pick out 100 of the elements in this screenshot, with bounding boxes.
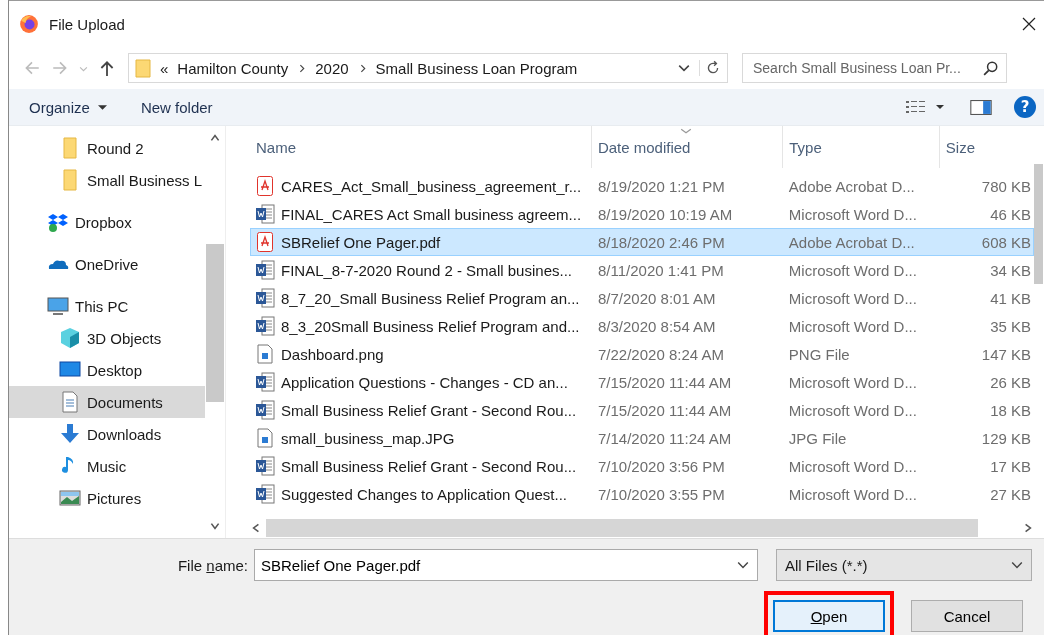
date-cell-text: 8/11/2020 1:41 PM: [597, 261, 725, 279]
file-row[interactable]: Dashboard.png 7/22/2020 8:24 AM PNG File 147 KB: [250, 340, 1034, 368]
file-name: CARES_Act_Small_business_agreement_r...: [281, 177, 582, 195]
sidebar-item[interactable]: 3D Objects: [9, 322, 205, 354]
sidebar-item[interactable]: Small Business L: [9, 164, 205, 196]
breadcrumb[interactable]: 2020: [315, 59, 349, 77]
down-arrow-icon: [59, 423, 81, 445]
close-icon[interactable]: [1022, 17, 1036, 31]
column-header[interactable]: Size: [939, 126, 1034, 168]
file-name: small_business_map.JPG: [281, 429, 455, 447]
file-row[interactable]: SBRelief One Pager.pdf 8/18/2020 2:46 PM Adobe Acrobat D... 608 KB: [250, 228, 1034, 256]
date-cell-text: 7/10/2020 3:56 PM: [597, 457, 726, 475]
type-cell-text: Microsoft Word D...: [787, 261, 918, 279]
refresh-icon[interactable]: [699, 60, 721, 76]
scrollbar-thumb[interactable]: [206, 244, 224, 402]
sidebar-item[interactable]: Desktop: [9, 354, 205, 386]
size-cell-text: 34 KB: [989, 261, 1032, 279]
sidebar-item[interactable]: Documents: [9, 386, 205, 418]
file-name: FINAL_CARES Act Small business agreem...: [281, 205, 582, 223]
window-title: File Upload: [49, 15, 126, 33]
image-file-icon: [255, 428, 275, 448]
file-type-dropdown[interactable]: All Files (*.*): [776, 549, 1032, 581]
word-file-icon: [255, 484, 275, 504]
document-icon: [59, 391, 81, 413]
word-file-icon: [255, 204, 275, 224]
chevron-right-icon[interactable]: [297, 63, 307, 73]
caret-icon: [97, 102, 107, 112]
file-name: Small Business Relief Grant - Second Rou...: [281, 401, 577, 419]
browser-logo-icon: [19, 14, 39, 34]
size-cell-text: 17 KB: [989, 457, 1032, 475]
file-name: Suggested Changes to Application Quest...: [281, 485, 568, 503]
cancel-button[interactable]: Cancel: [911, 600, 1023, 632]
file-name-field[interactable]: SBRelief One Pager.pdf: [254, 549, 758, 581]
word-file-icon: [255, 288, 275, 308]
file-row[interactable]: Small Business Relief Grant - Second Rou... 7/10/2020 3:56 PM Microsoft Word D... 17 KB: [250, 452, 1034, 480]
date-cell-text: 7/10/2020 3:55 PM: [597, 485, 726, 503]
size-cell-text: 147 KB: [980, 345, 1032, 363]
file-row[interactable]: FINAL_CARES Act Small business agreem... 8/19/2020 10:19 AM Microsoft Word D... 46 KB: [250, 200, 1034, 228]
type-cell-text: Microsoft Word D...: [787, 289, 918, 307]
dropdown-caret-icon[interactable]: [678, 62, 690, 74]
type-cell-text: Microsoft Word D...: [787, 401, 918, 419]
date-cell-text: 8/19/2020 10:19 AM: [597, 205, 734, 223]
size-cell-text: 18 KB: [989, 401, 1032, 419]
open-button[interactable]: Open: [773, 600, 885, 632]
sidebar-item[interactable]: OneDrive: [9, 248, 205, 280]
caret-icon: [1011, 559, 1023, 571]
breadcrumb[interactable]: Hamilton County: [177, 59, 289, 77]
date-cell-text: 7/15/2020 11:44 AM: [597, 401, 733, 419]
search-field[interactable]: Search Small Business Loan Pr...: [742, 53, 1007, 83]
scrollbar-thumb[interactable]: [266, 519, 978, 537]
size-cell-text: 41 KB: [989, 289, 1032, 307]
scrollbar-thumb[interactable]: [1034, 164, 1043, 284]
sidebar-item[interactable]: Dropbox: [9, 206, 205, 238]
help-button[interactable]: ?: [1014, 96, 1036, 118]
column-header[interactable]: Date modified: [591, 126, 784, 168]
type-cell-text: Microsoft Word D...: [787, 457, 918, 475]
file-row[interactable]: FINAL_8-7-2020 Round 2 - Small busines... 8/11/2020 1:41 PM Microsoft Word D... 34 KB: [250, 256, 1034, 284]
sidebar-item[interactable]: Music: [9, 450, 205, 482]
search-icon[interactable]: [983, 60, 999, 76]
column-header[interactable]: Type: [783, 126, 940, 168]
type-cell-text: Adobe Acrobat D...: [787, 233, 916, 251]
file-row[interactable]: Application Questions - Changes - CD an... 7/15/2020 11:44 AM Microsoft Word D... 26 KB: [250, 368, 1034, 396]
file-row[interactable]: small_business_map.JPG 7/14/2020 11:24 AM JPG File 129 KB: [250, 424, 1034, 452]
size-cell-text: 780 KB: [980, 177, 1032, 195]
new-folder-button[interactable]: New folder: [134, 94, 219, 120]
overflow-chevron[interactable]: «: [160, 59, 169, 77]
file-name: SBRelief One Pager.pdf: [281, 233, 441, 251]
sidebar-item[interactable]: This PC: [9, 290, 205, 322]
sidebar-item[interactable]: Downloads: [9, 418, 205, 450]
file-name: Small Business Relief Grant - Second Rou...: [281, 457, 577, 475]
up-arrow-icon[interactable]: [98, 59, 116, 77]
file-row[interactable]: Small Business Relief Grant - Second Rou... 7/15/2020 11:44 AM Microsoft Word D... 18 KB: [250, 396, 1034, 424]
date-cell-text: 8/3/2020 8:54 AM: [597, 317, 717, 335]
file-name: FINAL_8-7-2020 Round 2 - Small busines...: [281, 261, 572, 279]
landscape-icon: [59, 487, 81, 509]
word-file-icon: [255, 260, 275, 280]
file-row[interactable]: Suggested Changes to Application Quest... 7/10/2020 3:55 PM Microsoft Word D... 27 KB: [250, 480, 1034, 508]
preview-pane-icon[interactable]: [970, 99, 992, 115]
organize-button[interactable]: Organize: [23, 94, 113, 120]
word-file-icon: [255, 372, 275, 392]
folder-icon: [135, 57, 151, 79]
type-cell-text: Microsoft Word D...: [787, 485, 918, 503]
breadcrumb[interactable]: Small Business Loan Program: [375, 59, 578, 77]
date-cell-text: 8/7/2020 8:01 AM: [597, 289, 717, 307]
dropdown-caret-icon[interactable]: [737, 559, 749, 571]
file-row[interactable]: CARES_Act_Small_business_agreement_r... 8/19/2020 1:21 PM Adobe Acrobat D... 780 KB: [250, 172, 1034, 200]
size-cell-text: 35 KB: [989, 317, 1032, 335]
address-bar[interactable]: « Hamilton County 2020 Small Business Loan Program: [128, 53, 728, 83]
size-cell-text: 27 KB: [989, 485, 1032, 503]
size-cell-text: 608 KB: [980, 233, 1032, 251]
file-row[interactable]: 8_7_20_Small Business Relief Program an... 8/7/2020 8:01 AM Microsoft Word D... 41 KB: [250, 284, 1034, 312]
date-cell-text: 7/22/2020 8:24 AM: [597, 345, 725, 363]
sidebar-item[interactable]: Round 2: [9, 132, 205, 164]
file-name: 8_3_20Small Business Relief Program and...: [281, 317, 580, 335]
sidebar-item[interactable]: Pictures: [9, 482, 205, 514]
file-row[interactable]: 8_3_20Small Business Relief Program and... 8/3/2020 8:54 AM Microsoft Word D... 35 KB: [250, 312, 1034, 340]
column-header[interactable]: Name: [250, 126, 592, 168]
type-cell-text: Adobe Acrobat D...: [787, 177, 916, 195]
date-cell-text: 7/14/2020 11:24 AM: [597, 429, 733, 447]
image-file-icon: [255, 344, 275, 364]
